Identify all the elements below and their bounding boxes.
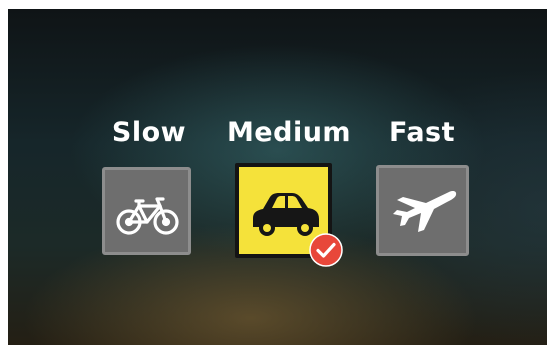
slow-label: Slow bbox=[111, 117, 187, 148]
fast-label: Fast bbox=[388, 117, 456, 148]
fast-option-button[interactable] bbox=[376, 165, 469, 256]
medium-label: Medium bbox=[226, 117, 352, 148]
bicycle-icon bbox=[116, 197, 179, 235]
checkmark-icon bbox=[309, 233, 343, 267]
slow-option-button[interactable] bbox=[102, 167, 191, 255]
speed-selection-screen: Slow Medium Fast bbox=[8, 9, 547, 345]
airplane-icon bbox=[393, 191, 457, 232]
